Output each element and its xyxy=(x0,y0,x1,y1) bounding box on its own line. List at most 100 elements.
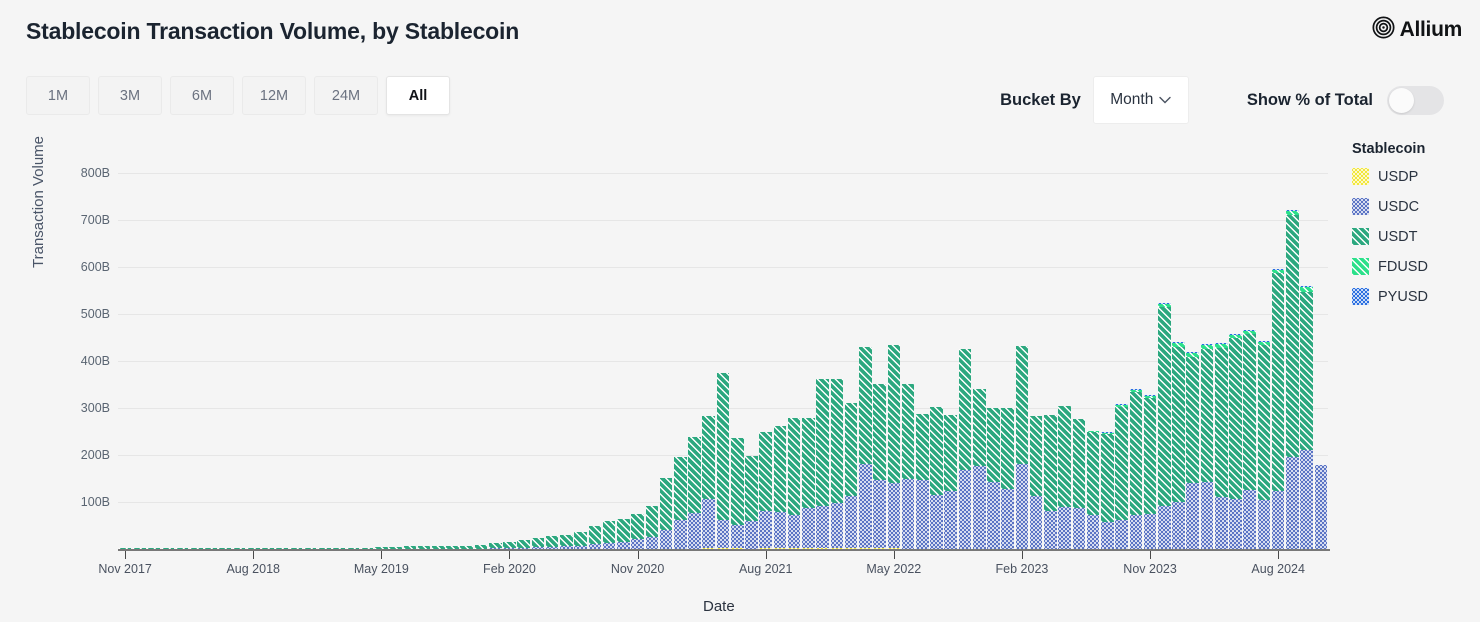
bar-jun-2023[interactable] xyxy=(1072,419,1086,549)
bar-jul-2020[interactable] xyxy=(574,531,587,549)
bar-dec-2023[interactable] xyxy=(1157,302,1171,549)
bar-feb-2024[interactable] xyxy=(1186,352,1200,549)
bar-segment-usdc xyxy=(673,520,687,549)
bar-may-2020[interactable] xyxy=(545,536,559,549)
bar-jan-2024[interactable] xyxy=(1172,342,1185,549)
bar-segment-usdt xyxy=(802,418,815,509)
bar-segment-pyusd xyxy=(1101,431,1114,433)
bar-nov-2023[interactable] xyxy=(1143,395,1157,549)
bar-sep-2023[interactable] xyxy=(1115,403,1128,549)
bar-segment-usdc xyxy=(859,464,872,549)
bar-segment-usdc xyxy=(787,514,801,549)
bar-segment-pyusd xyxy=(1200,344,1214,346)
bar-segment-usdc xyxy=(1115,519,1128,549)
bar-apr-2024[interactable] xyxy=(1214,343,1228,549)
bar-nov-2024[interactable] xyxy=(1314,465,1328,549)
bar-segment-usdc xyxy=(659,529,673,549)
legend-item-fdusd[interactable]: FDUSD xyxy=(1352,258,1428,275)
x-axis-tick-mark xyxy=(381,551,383,559)
bar-jun-2021[interactable] xyxy=(730,437,744,549)
bar-oct-2020[interactable] xyxy=(617,519,630,549)
bar-mar-2021[interactable] xyxy=(688,437,701,549)
bar-sep-2022[interactable] xyxy=(944,414,958,549)
bar-feb-2021[interactable] xyxy=(673,456,687,549)
bar-apr-2020[interactable] xyxy=(531,537,545,549)
x-axis-tick-mark xyxy=(1150,551,1152,559)
bar-sep-2021[interactable] xyxy=(773,426,787,549)
bar-segment-usdt xyxy=(474,545,488,549)
bar-dec-2022[interactable] xyxy=(987,407,1000,549)
bar-jul-2023[interactable] xyxy=(1086,430,1100,549)
bar-aug-2024[interactable] xyxy=(1271,268,1285,549)
bar-sep-2024[interactable] xyxy=(1286,209,1299,549)
bar-aug-2021[interactable] xyxy=(759,432,772,549)
bar-feb-2022[interactable] xyxy=(844,402,858,549)
bar-apr-2023[interactable] xyxy=(1044,415,1057,549)
bar-aug-2023[interactable] xyxy=(1101,431,1114,549)
bar-jan-2022[interactable] xyxy=(830,378,844,549)
bar-jan-2021[interactable] xyxy=(659,478,673,549)
bar-jul-2022[interactable] xyxy=(915,413,929,549)
bar-jun-2024[interactable] xyxy=(1243,329,1256,549)
bar-oct-2023[interactable] xyxy=(1129,389,1143,549)
bar-nov-2021[interactable] xyxy=(802,418,815,549)
bar-segment-usdc xyxy=(915,479,929,549)
bar-oct-2022[interactable] xyxy=(958,349,972,549)
bar-segment-usdt xyxy=(1029,416,1043,497)
bar-may-2023[interactable] xyxy=(1058,405,1071,549)
legend-label: FDUSD xyxy=(1378,258,1428,275)
bar-aug-2022[interactable] xyxy=(930,407,943,549)
bar-segment-fdusd xyxy=(1200,345,1214,350)
bar-feb-2020[interactable] xyxy=(503,541,516,549)
bar-segment-fdusd xyxy=(1129,390,1143,393)
bar-dec-2021[interactable] xyxy=(816,378,829,549)
bar-segment-usdc xyxy=(972,465,986,549)
y-axis-tick-label: 400B xyxy=(80,353,110,368)
bar-segment-usdc xyxy=(901,478,915,549)
x-axis-tick-label: Feb 2020 xyxy=(483,562,536,576)
bar-segment-usdt xyxy=(859,347,872,465)
bar-segment-usdt xyxy=(574,531,587,546)
bar-mar-2023[interactable] xyxy=(1029,416,1043,549)
x-axis-tick-label: Aug 2024 xyxy=(1251,562,1305,576)
bar-jan-2023[interactable] xyxy=(1001,407,1014,549)
bar-oct-2021[interactable] xyxy=(787,418,801,549)
bar-segment-usdc xyxy=(1143,514,1157,549)
bar-segment-fdusd xyxy=(1243,330,1256,334)
bar-segment-fdusd xyxy=(1271,269,1285,274)
bar-dec-2020[interactable] xyxy=(645,506,659,549)
bar-apr-2021[interactable] xyxy=(702,415,716,549)
bar-nov-2022[interactable] xyxy=(972,388,986,549)
bar-mar-2024[interactable] xyxy=(1200,344,1214,549)
legend-item-usdp[interactable]: USDP xyxy=(1352,168,1428,185)
bar-jul-2024[interactable] xyxy=(1257,341,1271,549)
bar-jun-2020[interactable] xyxy=(560,535,573,549)
legend-item-usdc[interactable]: USDC xyxy=(1352,198,1428,215)
gridline xyxy=(118,219,1328,221)
bar-segment-usdt xyxy=(958,349,972,470)
bar-segment-usdc xyxy=(930,495,943,549)
legend-item-pyusd[interactable]: PYUSD xyxy=(1352,288,1428,305)
bar-mar-2020[interactable] xyxy=(517,540,530,549)
bar-segment-usdt xyxy=(631,513,644,540)
bar-nov-2020[interactable] xyxy=(631,513,644,549)
bar-oct-2024[interactable] xyxy=(1300,286,1313,549)
legend-item-usdt[interactable]: USDT xyxy=(1352,228,1428,245)
bar-segment-pyusd xyxy=(1229,333,1242,335)
bar-segment-pyusd xyxy=(1214,343,1228,345)
gridline xyxy=(118,360,1328,362)
bar-jul-2021[interactable] xyxy=(745,456,758,549)
bar-segment-usdc xyxy=(1058,506,1071,549)
bar-mar-2022[interactable] xyxy=(859,347,872,549)
x-axis-tick-mark xyxy=(253,551,255,559)
bar-feb-2023[interactable] xyxy=(1015,346,1029,549)
bar-segment-usdt xyxy=(716,372,730,521)
bar-may-2022[interactable] xyxy=(887,344,901,549)
bar-aug-2020[interactable] xyxy=(588,525,602,549)
bar-sep-2020[interactable] xyxy=(602,521,616,549)
bar-segment-usdt xyxy=(1015,346,1029,465)
bar-apr-2022[interactable] xyxy=(873,384,886,549)
bar-may-2024[interactable] xyxy=(1229,333,1242,549)
bar-may-2021[interactable] xyxy=(716,372,730,549)
bar-jun-2022[interactable] xyxy=(901,383,915,549)
